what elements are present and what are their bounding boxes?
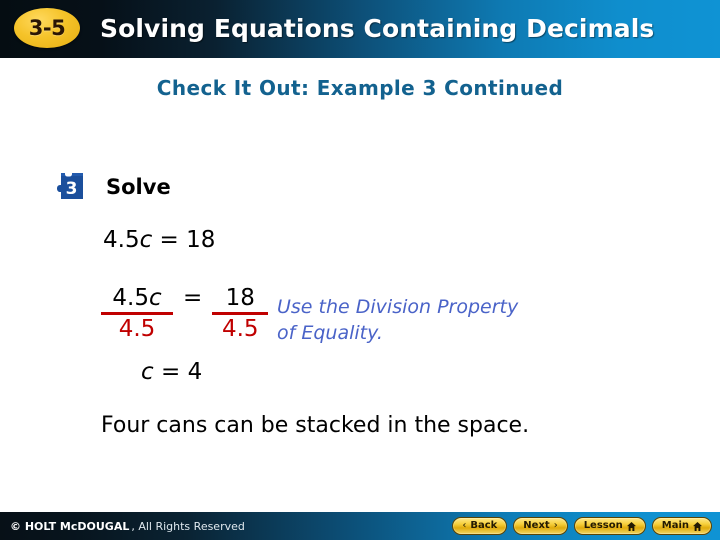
main-button[interactable]: Main [651,517,712,535]
solution-value: 4 [187,359,203,385]
division-step: 4.5c 4.5 = 18 4.5 [101,285,269,342]
main-button-label: Main [661,520,689,531]
navigation-buttons: ‹ Back Next › Lesson Main [452,512,712,540]
back-button-label: Back [470,520,498,531]
copyright-rights: , All Rights Reserved [131,519,245,533]
fraction-left: 4.5c 4.5 [101,285,173,342]
equation-solution: c = 4 [141,359,202,385]
solution-variable: c [141,359,154,385]
next-button-label: Next [523,520,550,531]
back-button[interactable]: ‹ Back [452,517,508,535]
step-label: Solve [106,175,171,199]
chevron-left-icon: ‹ [462,520,467,531]
chevron-right-icon: › [553,520,558,531]
example-subtitle: Check It Out: Example 3 Continued [156,76,564,100]
fraction-left-numerator-coefficient: 4.5 [112,285,149,311]
lesson-number-text: 3-5 [28,16,66,40]
home-icon [693,521,702,531]
fraction-right: 18 4.5 [212,285,269,342]
copyright-notice: © HOLT McDOUGAL, All Rights Reserved [10,512,245,540]
fraction-left-denominator: 4.5 [118,316,156,342]
page-title: Solving Equations Containing Decimals [100,13,655,43]
slide-header: 3-5 Solving Equations Containing Decimal… [0,0,720,58]
fraction-left-bar [101,312,173,315]
home-icon [626,521,636,531]
copyright-brand: © HOLT McDOUGAL [10,519,130,533]
explanation-note: Use the Division Property of Equality. [277,294,607,346]
equation-operator: = [159,227,179,253]
fraction-left-numerator: 4.5c [112,285,161,311]
fraction-right-bar [212,312,269,315]
explanation-note-line-2: of Equality. [277,322,383,344]
slide-footer: © HOLT McDOUGAL, All Rights Reserved ‹ B… [0,512,720,540]
fraction-left-numerator-variable: c [148,285,162,311]
lesson-button-label: Lesson [583,520,623,531]
explanation-note-line-1: Use the Division Property [277,296,519,318]
lesson-number-badge: 3-5 [14,8,80,48]
lesson-button[interactable]: Lesson [573,517,646,535]
solution-operator: = [160,359,181,385]
next-button[interactable]: Next › [513,517,568,535]
puzzle-piece-icon: 3 [52,170,86,204]
equation-right-side: 18 [186,227,216,253]
division-step-operator: = [183,285,203,311]
fraction-right-denominator: 4.5 [221,316,259,342]
equation-original: 4.5c = 18 [103,227,215,253]
conclusion-sentence: Four cans can be stacked in the space. [101,413,530,438]
equation-coefficient: 4.5 [103,227,140,253]
equation-variable: c [139,227,153,253]
fraction-right-numerator: 18 [225,285,255,311]
step-row: 3 Solve [52,170,171,204]
